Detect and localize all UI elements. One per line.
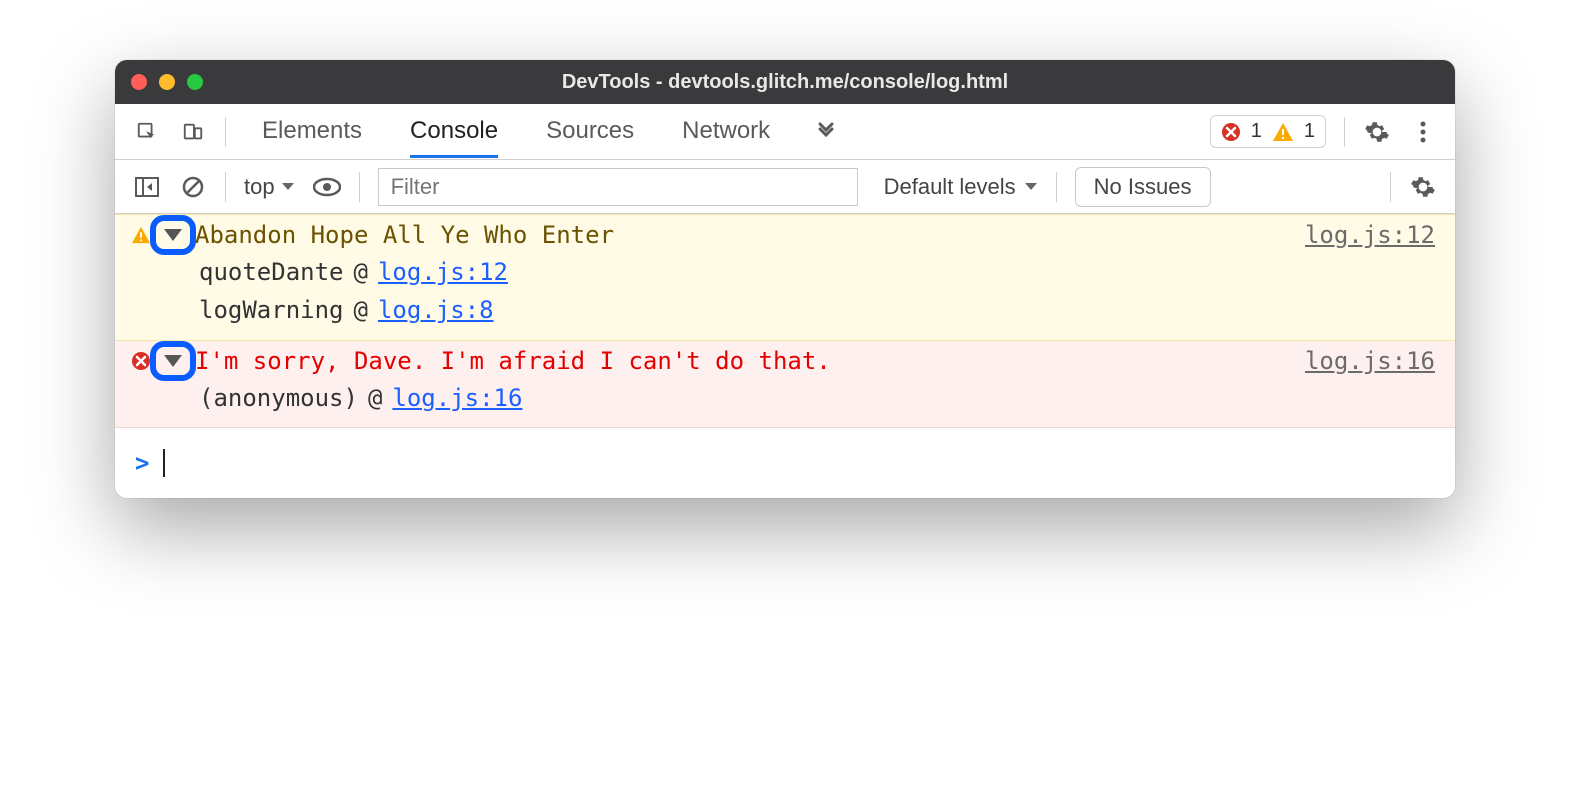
stack-source-link[interactable]: log.js:16 <box>392 379 522 417</box>
tabs: Elements Console Sources Network <box>262 105 770 158</box>
settings-gear-icon[interactable] <box>1363 118 1391 146</box>
filter-input[interactable] <box>378 168 858 206</box>
error-count: 1 <box>1251 120 1262 143</box>
main-tab-row: Elements Console Sources Network 1 1 <box>115 104 1455 160</box>
console-prompt[interactable]: > <box>115 428 1455 498</box>
console-toolbar: top Default levels No Issues <box>115 160 1455 214</box>
titlebar: DevTools - devtools.glitch.me/console/lo… <box>115 60 1455 104</box>
tab-elements[interactable]: Elements <box>262 105 362 158</box>
separator <box>225 172 226 202</box>
error-icon <box>1221 122 1241 142</box>
tab-console[interactable]: Console <box>410 105 498 158</box>
tab-sources[interactable]: Sources <box>546 105 634 158</box>
kebab-menu-icon[interactable] <box>1409 118 1437 146</box>
stack-function: (anonymous) <box>199 379 358 417</box>
stack-function: quoteDante <box>199 253 344 291</box>
context-selector[interactable]: top <box>244 174 295 200</box>
warning-count: 1 <box>1304 120 1315 143</box>
console-message-error: I'm sorry, Dave. I'm afraid I can't do t… <box>115 341 1455 428</box>
inspect-element-icon[interactable] <box>133 118 161 146</box>
separator <box>1344 117 1345 147</box>
prompt-symbol: > <box>135 449 149 477</box>
separator <box>225 117 226 147</box>
tab-network[interactable]: Network <box>682 105 770 158</box>
close-window-button[interactable] <box>131 74 147 90</box>
stack-at: @ <box>354 291 368 329</box>
source-link[interactable]: log.js:12 <box>1305 221 1435 249</box>
minimize-window-button[interactable] <box>159 74 175 90</box>
error-warning-badge[interactable]: 1 1 <box>1210 115 1326 148</box>
log-levels-selector[interactable]: Default levels <box>884 174 1038 200</box>
stack-source-link[interactable]: log.js:12 <box>378 253 508 291</box>
stack-trace: quoteDante @ log.js:12 logWarning @ log.… <box>199 253 1435 330</box>
stack-function: logWarning <box>199 291 344 329</box>
device-toggle-icon[interactable] <box>179 118 207 146</box>
chevron-down-icon <box>164 229 182 241</box>
stack-trace: (anonymous) @ log.js:16 <box>199 379 1435 417</box>
sidebar-toggle-icon[interactable] <box>133 173 161 201</box>
expand-toggle[interactable] <box>159 221 187 249</box>
expand-toggle[interactable] <box>159 347 187 375</box>
chevron-down-icon <box>164 355 182 367</box>
stack-at: @ <box>368 379 382 417</box>
console-settings-gear-icon[interactable] <box>1409 173 1437 201</box>
message-text: Abandon Hope All Ye Who Enter <box>195 221 614 249</box>
window-title: DevTools - devtools.glitch.me/console/lo… <box>562 71 1008 94</box>
separator <box>1390 172 1391 202</box>
devtools-window: DevTools - devtools.glitch.me/console/lo… <box>115 60 1455 498</box>
separator <box>359 172 360 202</box>
live-expression-icon[interactable] <box>313 173 341 201</box>
zoom-window-button[interactable] <box>187 74 203 90</box>
console-message-warning: Abandon Hope All Ye Who Enter log.js:12 … <box>115 214 1455 341</box>
traffic-lights <box>131 74 203 90</box>
message-text: I'm sorry, Dave. I'm afraid I can't do t… <box>195 347 831 375</box>
chevron-down-icon <box>281 182 295 192</box>
more-tabs-icon[interactable] <box>812 118 840 146</box>
source-link[interactable]: log.js:16 <box>1305 347 1435 375</box>
stack-frame: logWarning @ log.js:8 <box>199 291 1435 329</box>
error-icon <box>131 351 151 371</box>
stack-at: @ <box>354 253 368 291</box>
issues-button[interactable]: No Issues <box>1075 167 1211 207</box>
levels-label: Default levels <box>884 174 1016 200</box>
separator <box>1056 172 1057 202</box>
text-cursor <box>163 449 165 477</box>
clear-console-icon[interactable] <box>179 173 207 201</box>
warning-icon <box>131 226 151 244</box>
stack-frame: quoteDante @ log.js:12 <box>199 253 1435 291</box>
warning-icon <box>1272 122 1294 142</box>
stack-source-link[interactable]: log.js:8 <box>378 291 494 329</box>
context-label: top <box>244 174 275 200</box>
stack-frame: (anonymous) @ log.js:16 <box>199 379 1435 417</box>
chevron-down-icon <box>1024 182 1038 192</box>
